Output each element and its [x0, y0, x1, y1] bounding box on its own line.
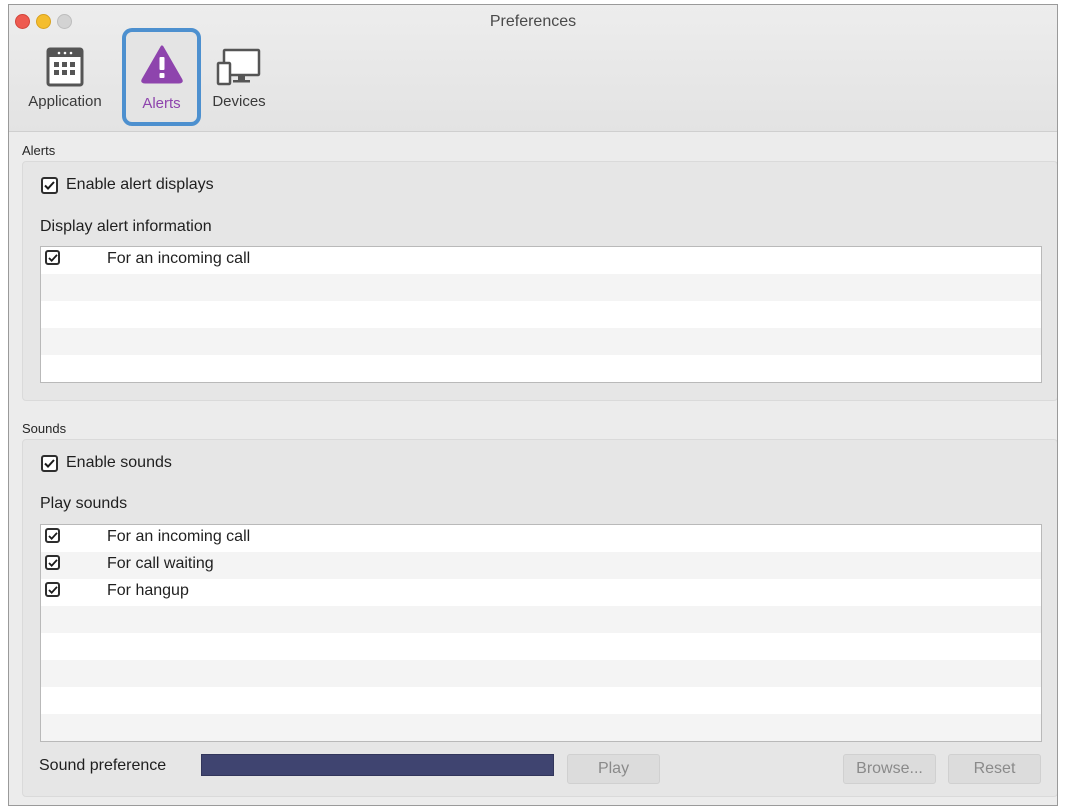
enable-sounds-label: Enable sounds	[66, 454, 172, 471]
list-item[interactable]: For an incoming call	[41, 525, 1041, 552]
checkbox-checked-icon[interactable]	[45, 250, 60, 265]
toolbar-item-alerts[interactable]: Alerts	[122, 28, 201, 126]
list-item[interactable]: For call waiting	[41, 552, 1041, 579]
sounds-group: Enable sounds Play sounds For an incomin…	[22, 439, 1057, 797]
browse-button[interactable]: Browse...	[843, 754, 936, 784]
checkbox-checked-icon[interactable]	[45, 555, 60, 570]
empty-row	[41, 714, 1041, 741]
sound-preference-label: Sound preference	[39, 757, 167, 774]
display-alert-information-label: Display alert information	[40, 218, 212, 235]
checkbox-checked-icon[interactable]	[45, 528, 60, 543]
title-bar: Preferences Application Alerts Devices	[9, 5, 1057, 132]
toolbar-item-application[interactable]: Application	[15, 39, 115, 125]
toolbar-item-label: Devices	[212, 93, 266, 110]
checkbox-checked-icon	[41, 176, 58, 194]
empty-row	[41, 633, 1041, 660]
sound-preference-field[interactable]	[201, 754, 554, 776]
empty-row	[41, 606, 1041, 633]
play-sounds-label: Play sounds	[40, 495, 128, 512]
alerts-section-label: Alerts	[22, 143, 56, 158]
list-item-label: For call waiting	[107, 555, 214, 572]
alert-info-list: For an incoming call	[40, 246, 1042, 383]
enable-alert-displays-checkbox[interactable]: Enable alert displays	[41, 176, 214, 194]
list-item-label: For an incoming call	[107, 528, 251, 545]
toolbar-item-label: Alerts	[142, 95, 181, 112]
toolbar-item-devices[interactable]: Devices	[203, 39, 275, 125]
monitor-devices-icon	[216, 47, 262, 92]
warning-triangle-icon	[140, 44, 184, 89]
enable-alert-displays-label: Enable alert displays	[66, 176, 214, 193]
play-sounds-list: For an incoming call For call waiting Fo…	[40, 524, 1042, 742]
list-item[interactable]: For an incoming call	[41, 247, 1041, 274]
list-item-label: For an incoming call	[107, 250, 251, 267]
empty-row	[41, 274, 1041, 301]
alerts-group: Enable alert displays Display alert info…	[22, 161, 1057, 401]
list-item[interactable]: For hangup	[41, 579, 1041, 606]
calendar-icon	[46, 47, 84, 92]
play-button[interactable]: Play	[567, 754, 660, 784]
empty-row	[41, 328, 1041, 355]
empty-row	[41, 355, 1041, 382]
checkbox-checked-icon[interactable]	[45, 582, 60, 597]
reset-button[interactable]: Reset	[948, 754, 1041, 784]
checkbox-checked-icon	[41, 454, 58, 472]
empty-row	[41, 301, 1041, 328]
list-item-label: For hangup	[107, 582, 189, 599]
empty-row	[41, 687, 1041, 714]
enable-sounds-checkbox[interactable]: Enable sounds	[41, 454, 172, 472]
preferences-window: Preferences Application Alerts Devices A…	[8, 4, 1058, 806]
sounds-section-label: Sounds	[22, 421, 67, 436]
empty-row	[41, 660, 1041, 687]
toolbar-item-label: Application	[28, 93, 102, 110]
